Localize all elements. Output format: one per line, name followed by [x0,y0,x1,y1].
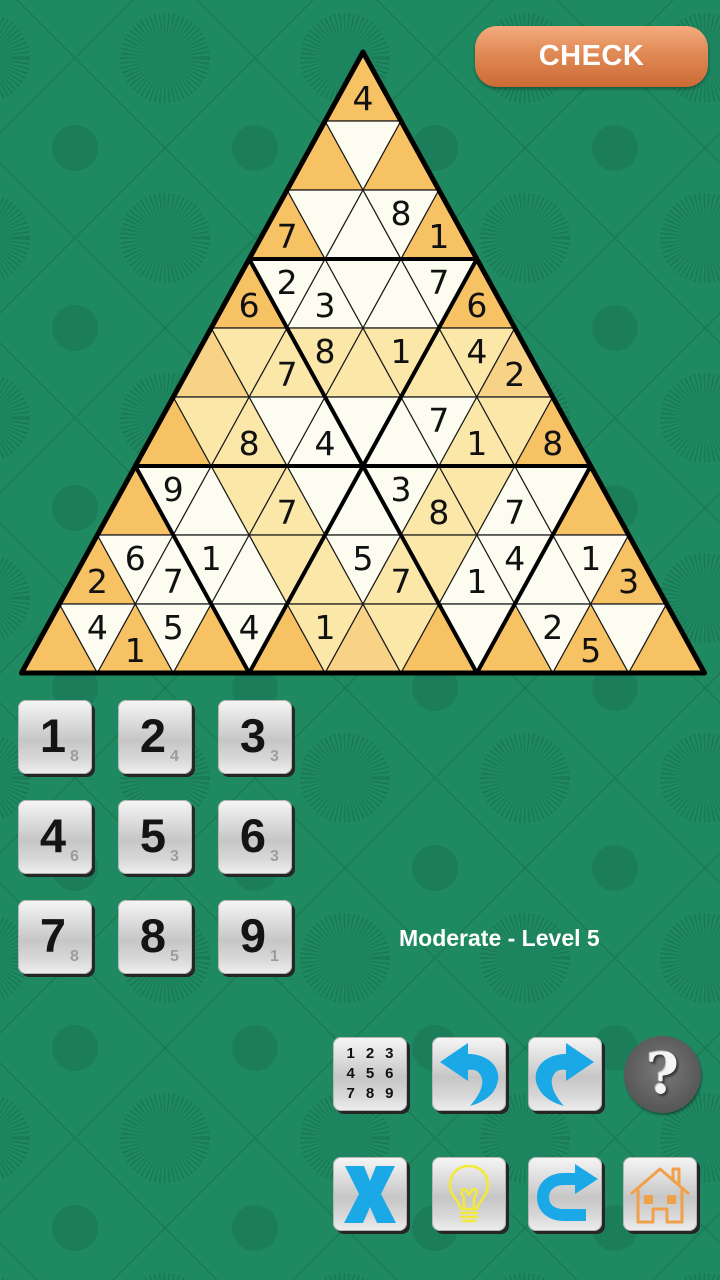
cell-value: 4 [504,539,525,578]
key-9[interactable]: 9 1 [218,900,292,974]
key-count: 3 [270,748,279,765]
home-icon [630,1167,690,1224]
cell-value: 7 [163,562,184,601]
notes-digit: 2 [365,1045,375,1062]
cell-value: 1 [580,539,601,578]
key-1[interactable]: 1 8 [18,700,92,774]
key-8[interactable]: 8 5 [118,900,192,974]
cell-value: 8 [315,332,336,371]
cell-value: 2 [87,562,108,601]
cell-value: 5 [353,539,374,578]
key-count: 8 [70,748,79,765]
notes-digit: 5 [365,1065,375,1082]
cell-value: 7 [277,493,298,532]
key-5[interactable]: 5 3 [118,800,192,874]
check-button-label: CHECK [538,40,645,72]
cell-value: 8 [542,424,563,463]
clear-button[interactable] [333,1157,407,1231]
x-icon [344,1166,396,1223]
cell-value: 5 [163,608,184,647]
notes-digit: 7 [346,1085,355,1102]
key-7[interactable]: 7 8 [18,900,92,974]
hint-button[interactable] [432,1157,506,1231]
cell-value: 4 [353,79,374,118]
cell-value: 1 [428,217,449,256]
level-label: Moderate - Level 5 [399,925,600,951]
cell-value: 5 [580,631,601,670]
cell-value: 6 [466,286,487,325]
cell-value: 7 [277,355,298,394]
cell-value: 8 [390,194,411,233]
notes-digit: 8 [365,1085,375,1102]
board-cells [20,50,706,675]
cell-value: 8 [428,493,449,532]
cell-value: 4 [466,332,487,371]
cell-value: 4 [315,424,336,463]
cell-value: 7 [504,493,525,532]
cell-value: 2 [542,608,563,647]
notes-digit: 3 [385,1045,394,1062]
cell-value: 3 [390,470,411,509]
lightbulb-icon [448,1164,490,1223]
restart-arrow-icon [536,1164,598,1221]
key-2[interactable]: 2 4 [118,700,192,774]
notes-mode-button[interactable]: 1 2 3 4 5 6 7 8 9 [333,1037,407,1111]
key-count: 3 [170,848,179,865]
key-4[interactable]: 4 6 [18,800,92,874]
cell-value: 1 [315,608,336,647]
key-count: 8 [70,948,79,965]
cell-value: 7 [428,401,449,440]
cell-value: 8 [239,424,260,463]
notes-digit: 9 [385,1085,394,1102]
cell-value: 1 [201,539,222,578]
undo-arrow-icon [440,1043,499,1106]
cell-value: 7 [428,263,449,302]
help-button[interactable]: ? [624,1036,701,1113]
help-icon: ? [646,1041,679,1107]
cell-value: 2 [504,355,525,394]
key-3[interactable]: 3 3 [218,700,292,774]
key-count: 1 [270,948,279,965]
puzzle-board: 47816237678 1 428 471 89738 72671 57 14 13415 4 1 2… [18,49,708,676]
redo-arrow-icon [535,1043,594,1106]
notes-digit: 1 [346,1045,355,1062]
key-count: 3 [270,848,279,865]
notes-digit: 4 [346,1065,355,1082]
cell-value: 6 [239,286,260,325]
cell-value: 1 [466,424,487,463]
cell-value: 7 [390,562,411,601]
key-count: 5 [170,948,179,965]
home-button[interactable] [623,1157,697,1231]
cell-value: 1 [125,631,146,670]
notes-digit: 6 [385,1065,394,1082]
redo-button[interactable] [528,1037,602,1111]
cell-value: 4 [239,608,260,647]
key-6[interactable]: 6 3 [218,800,292,874]
key-count: 6 [70,848,79,865]
cell-value: 1 [390,332,411,371]
cell-value: 3 [315,286,336,325]
cell-value: 3 [618,562,639,601]
cell-value: 9 [163,470,184,509]
key-count: 4 [170,748,179,765]
cell-value: 4 [87,608,108,647]
restart-button[interactable] [528,1157,602,1231]
undo-button[interactable] [432,1037,506,1111]
cell-value: 1 [466,562,487,601]
cell-value: 7 [277,217,298,256]
cell-value: 2 [277,263,298,302]
notes-grid-icon: 1 2 3 4 5 6 7 8 9 [341,1044,399,1104]
check-button[interactable]: CHECK [475,26,708,87]
cell-value: 6 [125,539,146,578]
